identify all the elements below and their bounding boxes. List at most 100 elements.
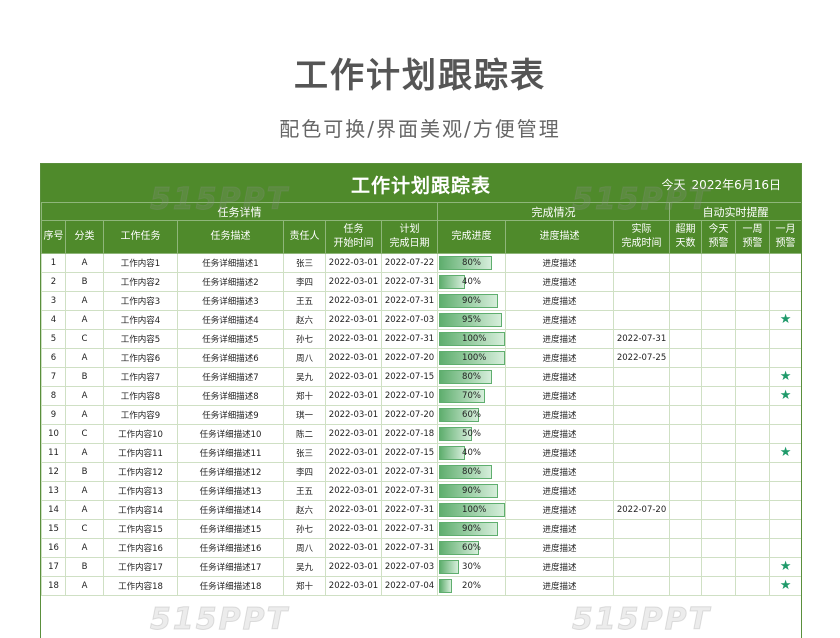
cell-week-alert	[735, 481, 771, 501]
cell-month-alert	[769, 462, 801, 482]
cell-week-alert	[735, 500, 771, 520]
table-row[interactable]: 14 A 工作内容14 任务详细描述14 赵六 2022-03-01 2022-07-31 1…	[41, 500, 801, 520]
table-row[interactable]: 10 C 工作内容10 任务详细描述10 陈二 2022-03-01 2022-07-18 5…	[41, 424, 801, 444]
cell-category: A	[65, 348, 104, 368]
cell-progress-desc: 进度描述	[505, 348, 615, 368]
cell-progress-desc: 进度描述	[505, 481, 615, 501]
cell-progress: 80%	[437, 367, 507, 387]
cell-index: 10	[41, 424, 66, 444]
cell-owner: 周八	[283, 538, 326, 558]
col-month-alert: 一月 预警	[769, 220, 801, 254]
cell-owner: 郑十	[283, 386, 326, 406]
cell-progress-desc: 进度描述	[505, 443, 615, 463]
cell-progress: 100%	[437, 500, 507, 520]
progress-bar	[439, 579, 453, 593]
cell-category: B	[65, 557, 104, 577]
cell-desc: 任务详细描述14	[177, 500, 284, 520]
cell-today-alert	[701, 386, 737, 406]
cell-index: 3	[41, 291, 66, 311]
table-row[interactable]: 13 A 工作内容13 任务详细描述13 王五 2022-03-01 2022-07-31 9…	[41, 481, 801, 501]
cell-index: 1	[41, 253, 66, 273]
cell-month-alert: ★	[769, 367, 801, 387]
table-row[interactable]: 4 A 工作内容4 任务详细描述4 赵六 2022-03-01 2022-07-03 95% 进…	[41, 310, 801, 330]
cell-today-alert	[701, 291, 737, 311]
progress-text: 100%	[462, 334, 487, 344]
cell-task: 工作内容3	[103, 291, 178, 311]
cell-index: 5	[41, 329, 66, 349]
cell-task: 工作内容9	[103, 405, 178, 425]
cell-actual	[613, 253, 671, 273]
cell-task: 工作内容8	[103, 386, 178, 406]
cell-owner: 陈二	[283, 424, 326, 444]
col-task: 工作任务	[103, 220, 178, 254]
cell-plan: 2022-07-18	[380, 424, 439, 444]
page-subtitle: 配色可换/界面美观/方便管理	[279, 117, 561, 141]
cell-week-alert	[735, 519, 771, 539]
cell-week-alert	[735, 272, 771, 292]
cell-plan: 2022-07-31	[380, 329, 439, 349]
table-row[interactable]: 18 A 工作内容18 任务详细描述18 郑十 2022-03-01 2022-07-04 2…	[41, 576, 801, 596]
cell-desc: 任务详细描述9	[177, 405, 284, 425]
table-row[interactable]: 3 A 工作内容3 任务详细描述3 王五 2022-03-01 2022-07-31 90% 进…	[41, 291, 801, 311]
cell-start: 2022-03-01	[325, 291, 382, 311]
cell-progress-desc: 进度描述	[505, 405, 615, 425]
progress-text: 60%	[462, 543, 481, 553]
cell-overdue	[669, 291, 703, 311]
cell-plan: 2022-07-31	[380, 272, 439, 292]
table-row[interactable]: 16 A 工作内容16 任务详细描述16 周八 2022-03-01 2022-07-31 6…	[41, 538, 801, 558]
cell-task: 工作内容17	[103, 557, 178, 577]
col-start: 任务 开始时间	[325, 220, 382, 254]
cell-overdue	[669, 443, 703, 463]
table-row[interactable]: 7 B 工作内容7 任务详细描述7 吴九 2022-03-01 2022-07-15 80% 进…	[41, 367, 801, 387]
cell-task: 工作内容2	[103, 272, 178, 292]
table-row[interactable]: 8 A 工作内容8 任务详细描述8 郑十 2022-03-01 2022-07-10 70% 进…	[41, 386, 801, 406]
cell-owner: 赵六	[283, 310, 326, 330]
cell-desc: 任务详细描述3	[177, 291, 284, 311]
table-row[interactable]: 1 A 工作内容1 任务详细描述1 张三 2022-03-01 2022-07-22 80% 进…	[41, 253, 801, 273]
cell-progress: 100%	[437, 348, 507, 368]
table-row[interactable]: 15 C 工作内容15 任务详细描述15 孙七 2022-03-01 2022-07-31 9…	[41, 519, 801, 539]
cell-desc: 任务详细描述10	[177, 424, 284, 444]
star-icon: ★	[779, 388, 792, 403]
cell-owner: 琪一	[283, 405, 326, 425]
cell-category: A	[65, 443, 104, 463]
progress-bar	[439, 560, 459, 574]
progress-text: 80%	[462, 372, 481, 382]
cell-actual	[613, 424, 671, 444]
cell-index: 16	[41, 538, 66, 558]
col-progress: 完成进度	[437, 220, 507, 254]
table-row[interactable]: 11 A 工作内容11 任务详细描述11 张三 2022-03-01 2022-07-15 4…	[41, 443, 801, 463]
cell-week-alert	[735, 329, 771, 349]
table-row[interactable]: 2 B 工作内容2 任务详细描述2 李四 2022-03-01 2022-07-31 40% 进…	[41, 272, 801, 292]
table-row[interactable]: 5 C 工作内容5 任务详细描述5 孙七 2022-03-01 2022-07-31 100%…	[41, 329, 801, 349]
cell-desc: 任务详细描述1	[177, 253, 284, 273]
cell-category: A	[65, 576, 104, 596]
cell-actual	[613, 272, 671, 292]
progress-text: 40%	[462, 277, 481, 287]
cell-month-alert	[769, 519, 801, 539]
cell-plan: 2022-07-31	[380, 481, 439, 501]
cell-overdue	[669, 329, 703, 349]
col-index: 序号	[41, 220, 66, 254]
cell-progress: 90%	[437, 481, 507, 501]
table-row[interactable]: 17 B 工作内容17 任务详细描述17 吴九 2022-03-01 2022-07-03 3…	[41, 557, 801, 577]
cell-today-alert	[701, 481, 737, 501]
cell-owner: 吴九	[283, 557, 326, 577]
cell-actual: 2022-07-31	[613, 329, 671, 349]
cell-owner: 赵六	[283, 500, 326, 520]
cell-week-alert	[735, 576, 771, 596]
progress-text: 80%	[462, 467, 481, 477]
table-row[interactable]: 9 A 工作内容9 任务详细描述9 琪一 2022-03-01 2022-07-20 60% 进…	[41, 405, 801, 425]
cell-desc: 任务详细描述7	[177, 367, 284, 387]
cell-progress: 40%	[437, 272, 507, 292]
cell-today-alert	[701, 500, 737, 520]
col-today-l1: 今天	[708, 224, 729, 235]
progress-text: 20%	[462, 581, 481, 591]
table-row[interactable]: 12 B 工作内容12 任务详细描述12 李四 2022-03-01 2022-07-31 8…	[41, 462, 801, 482]
cell-owner: 孙七	[283, 329, 326, 349]
cell-progress: 95%	[437, 310, 507, 330]
cell-month-alert	[769, 348, 801, 368]
table-row[interactable]: 6 A 工作内容6 任务详细描述6 周八 2022-03-01 2022-07-20 100%…	[41, 348, 801, 368]
col-progress-desc: 进度描述	[505, 220, 615, 254]
cell-overdue	[669, 424, 703, 444]
